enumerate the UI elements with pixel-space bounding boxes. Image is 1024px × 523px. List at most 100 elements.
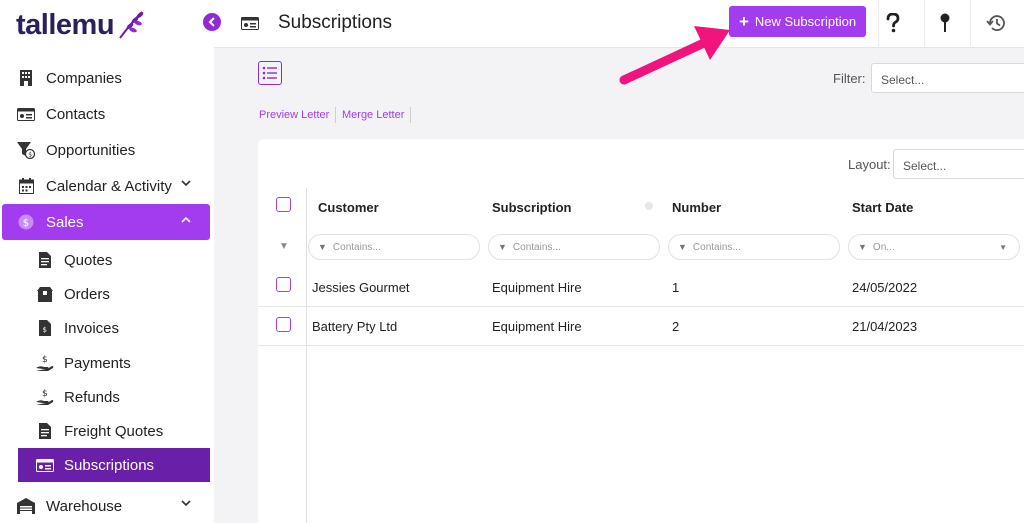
column-menu-handle[interactable]	[645, 202, 653, 210]
column-header-customer[interactable]: Customer	[318, 200, 379, 215]
invoice-icon: $	[36, 319, 54, 337]
caret-down-icon: ▼	[999, 243, 1007, 252]
sidebar-item-label: Calendar & Activity	[46, 177, 172, 195]
page-title: Subscriptions	[278, 12, 393, 33]
sidebar-item-refunds[interactable]: $ Refunds	[18, 380, 210, 414]
divider	[258, 306, 1024, 307]
logo[interactable]: tallemu	[16, 6, 146, 44]
filter-placeholder: Contains...	[512, 241, 561, 253]
id-card-icon	[241, 17, 259, 35]
start-date-filter-input[interactable]: ▼ On... ▼	[848, 234, 1020, 260]
new-subscription-button[interactable]: + New Subscription	[729, 6, 866, 37]
filter-placeholder: On...	[872, 241, 895, 253]
list-view-button[interactable]	[258, 61, 282, 85]
pointer-arrow-icon	[619, 26, 730, 85]
preview-letter-link[interactable]: Preview Letter	[259, 109, 329, 121]
funnel-icon: ▼	[318, 242, 327, 252]
cell-customer[interactable]: Battery Pty Ltd	[312, 319, 397, 334]
customer-filter-input[interactable]: ▼ Contains...	[308, 234, 480, 260]
sidebar-item-label: Sales	[46, 213, 84, 231]
sidebar-item-opportunities[interactable]: $ Opportunities	[0, 132, 214, 168]
sidebar-item-label: Quotes	[64, 251, 113, 269]
list-icon	[262, 66, 277, 80]
sidebar-item-label: Invoices	[64, 319, 120, 337]
sidebar: tallemu Companies Contacts $ Opportuniti…	[0, 0, 214, 523]
sidebar-item-label: Warehouse	[46, 497, 123, 515]
help-button[interactable]	[878, 8, 908, 38]
divider	[410, 107, 411, 123]
sidebar-item-invoices[interactable]: $ Invoices	[18, 311, 210, 345]
sidebar-item-warehouse[interactable]: Warehouse	[0, 488, 214, 523]
sidebar-item-label: Companies	[46, 69, 122, 87]
question-icon	[886, 13, 900, 33]
sidebar-item-label: Orders	[64, 285, 110, 303]
divider	[335, 107, 336, 123]
sidebar-item-subscriptions[interactable]: Subscriptions	[18, 448, 210, 482]
cell-start-date: 24/05/2022	[852, 280, 918, 295]
svg-text:$: $	[28, 152, 32, 159]
svg-text:$: $	[43, 326, 47, 334]
collapse-sidebar-button[interactable]	[203, 13, 221, 31]
column-header-number[interactable]: Number	[672, 200, 721, 215]
svg-text:$: $	[42, 355, 48, 365]
cell-number: 2	[672, 319, 680, 334]
funnel-icon: ▼	[498, 242, 507, 252]
funnel-dollar-icon: $	[17, 141, 35, 159]
sidebar-item-label: Contacts	[46, 105, 106, 123]
sidebar-item-contacts[interactable]: Contacts	[0, 96, 214, 132]
sidebar-item-payments[interactable]: $ Payments	[18, 346, 210, 380]
sidebar-item-label: Opportunities	[46, 141, 136, 159]
column-header-subscription[interactable]: Subscription	[492, 200, 571, 215]
history-icon	[986, 15, 1005, 31]
sidebar-item-label: Payments	[64, 354, 131, 372]
chevron-down-icon	[181, 178, 191, 190]
cell-number: 1	[672, 280, 680, 295]
sidebar-item-freight-quotes[interactable]: Freight Quotes	[18, 414, 210, 448]
sidebar-item-sales[interactable]: $ Sales	[2, 204, 210, 240]
filter-placeholder: Contains...	[692, 241, 741, 253]
plus-icon: +	[738, 12, 749, 31]
history-button[interactable]	[981, 8, 1011, 38]
box-icon	[36, 285, 54, 303]
sidebar-item-label: Subscriptions	[64, 456, 155, 474]
sidebar-item-label: Freight Quotes	[64, 422, 164, 440]
svg-text:$: $	[23, 218, 29, 229]
funnel-icon: ▼	[678, 242, 687, 252]
pin-button[interactable]	[930, 8, 960, 38]
filter-placeholder: Contains...	[332, 241, 381, 253]
dollar-circle-icon: $	[17, 213, 35, 231]
sidebar-item-quotes[interactable]: Quotes	[18, 243, 210, 277]
document-icon	[36, 251, 54, 269]
merge-letter-link[interactable]: Merge Letter	[342, 109, 404, 121]
number-filter-input[interactable]: ▼ Contains...	[668, 234, 840, 260]
filter-select[interactable]: Select...	[871, 63, 1024, 93]
building-icon	[17, 69, 35, 87]
divider	[258, 345, 1024, 346]
funnel-icon: ▼	[858, 242, 867, 252]
hand-dollar-icon: $	[36, 388, 54, 406]
subscription-filter-input[interactable]: ▼ Contains...	[488, 234, 660, 260]
cell-subscription: Equipment Hire	[492, 319, 582, 334]
id-card-icon	[36, 456, 54, 474]
calendar-icon	[17, 177, 35, 195]
sidebar-item-orders[interactable]: Orders	[18, 277, 210, 311]
select-all-checkbox[interactable]	[276, 197, 291, 212]
layout-select[interactable]: Select...	[893, 149, 1024, 179]
cell-customer[interactable]: Jessies Gourmet	[312, 280, 410, 295]
filter-row-icon: ▼	[279, 241, 289, 252]
divider	[924, 0, 925, 48]
hand-dollar-icon: $	[36, 354, 54, 372]
row-checkbox[interactable]	[276, 317, 291, 332]
warehouse-icon	[17, 497, 35, 515]
logo-text: tallemu	[16, 8, 115, 41]
new-subscription-label: New Subscription	[754, 14, 857, 29]
cell-start-date: 21/04/2023	[852, 319, 918, 334]
pin-icon	[940, 13, 950, 32]
sidebar-item-calendar[interactable]: Calendar & Activity	[0, 168, 214, 204]
column-header-start-date[interactable]: Start Date	[852, 200, 913, 215]
cell-subscription: Equipment Hire	[492, 280, 582, 295]
sidebar-item-companies[interactable]: Companies	[0, 60, 214, 96]
svg-text:$: $	[42, 389, 48, 399]
row-checkbox[interactable]	[276, 277, 291, 292]
id-card-icon	[17, 105, 35, 123]
